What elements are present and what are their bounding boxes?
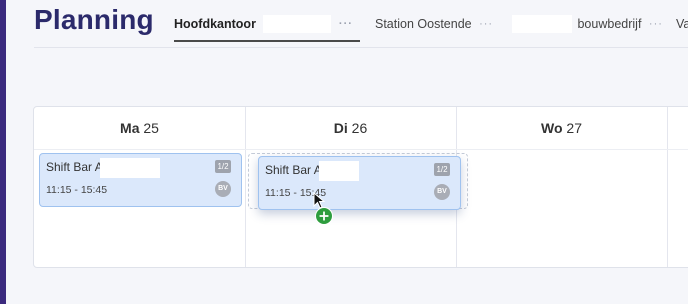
tab-bouwbedrijf[interactable]: bouwbedrijf ··· <box>512 14 667 42</box>
tab-va[interactable]: Va <box>676 14 688 42</box>
day-date: 27 <box>566 120 582 136</box>
shift-title: Shift Bar A <box>265 163 322 177</box>
tabs-divider <box>34 47 688 48</box>
tab-station-oostende[interactable]: Station Oostende ··· <box>375 14 500 42</box>
plus-circle-icon <box>315 207 333 225</box>
more-options-icon[interactable]: ··· <box>649 14 663 34</box>
dragged-shift-card[interactable]: Shift Bar A 1/2 11:15 - 15:45 BV <box>258 156 461 210</box>
tab-label: Hoofdkantoor <box>174 17 256 31</box>
day-header: Wo 27 <box>456 107 667 150</box>
redacted-text <box>100 158 160 178</box>
assignee-avatar[interactable]: BV <box>215 181 231 197</box>
day-name: Wo <box>541 120 563 136</box>
day-header <box>667 107 688 150</box>
more-options-icon[interactable]: ··· <box>479 14 493 34</box>
redacted-text <box>512 15 572 33</box>
tab-hoofdkantoor[interactable]: Hoofdkantoor ··· <box>174 14 360 42</box>
more-options-icon[interactable]: ··· <box>339 14 353 34</box>
tab-label: Va <box>676 17 688 31</box>
day-column-next[interactable] <box>667 107 688 267</box>
tab-label: bouwbedrijf <box>577 17 642 31</box>
day-name: Di <box>333 120 348 136</box>
day-column-wo[interactable]: Wo 27 <box>456 107 668 267</box>
left-accent-bar <box>0 0 6 304</box>
staffing-count-badge: 1/2 <box>215 160 231 173</box>
day-header: Di 26 <box>245 107 456 150</box>
day-date: 25 <box>143 120 159 136</box>
redacted-text <box>263 15 332 33</box>
shift-title: Shift Bar A <box>46 160 103 174</box>
day-name: Ma <box>120 120 140 136</box>
shift-card[interactable]: Shift Bar A 1/2 11:15 - 15:45 BV <box>39 153 242 207</box>
redacted-text <box>319 161 359 181</box>
staffing-count-badge: 1/2 <box>434 163 450 176</box>
tab-label: Station Oostende <box>375 17 472 31</box>
assignee-avatar[interactable]: BV <box>434 184 450 200</box>
page-title: Planning <box>34 4 154 35</box>
day-header: Ma 25 <box>34 107 245 150</box>
day-date: 26 <box>351 120 368 136</box>
shift-time: 11:15 - 15:45 <box>46 184 108 196</box>
